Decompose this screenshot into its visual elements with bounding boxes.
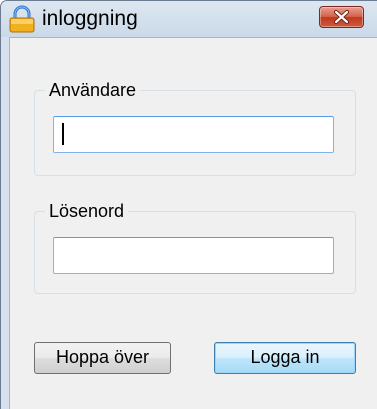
- password-input[interactable]: [53, 237, 334, 274]
- login-button[interactable]: Logga in: [214, 342, 356, 374]
- password-group-label: Lösenord: [45, 201, 129, 221]
- username-group-label: Användare: [45, 80, 141, 100]
- close-button[interactable]: [319, 6, 364, 28]
- skip-button[interactable]: Hoppa över: [34, 342, 171, 374]
- title-bar[interactable]: inloggning: [1, 1, 377, 37]
- username-input[interactable]: [53, 116, 334, 153]
- window-title: inloggning: [42, 7, 138, 30]
- text-caret: [62, 123, 64, 145]
- close-x-icon: [334, 10, 349, 24]
- padlock-icon: [7, 5, 37, 33]
